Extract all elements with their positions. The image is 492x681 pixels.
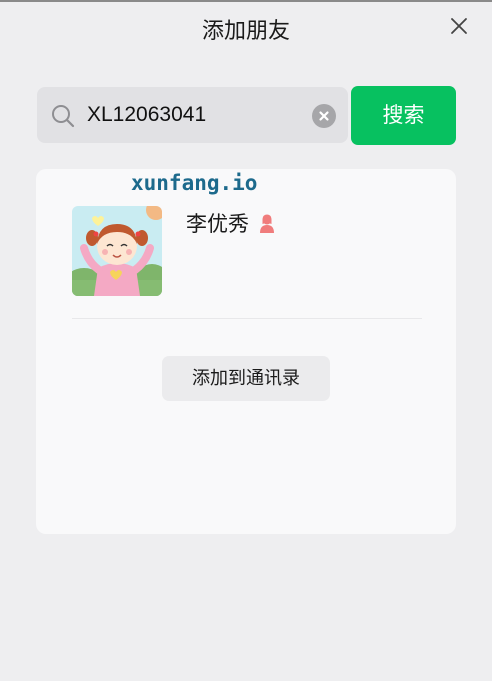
divider: [72, 318, 422, 319]
search-box[interactable]: [37, 87, 348, 143]
watermark: xunfang.io: [131, 171, 258, 195]
dialog-title: 添加朋友: [201, 19, 290, 44]
search-button[interactable]: 搜索: [351, 86, 456, 145]
avatar[interactable]: [72, 206, 162, 296]
clear-icon[interactable]: [312, 104, 336, 128]
result-card: xunfang.io 李优秀 添加到通讯录: [36, 169, 456, 534]
add-to-contacts-button[interactable]: 添加到通讯录: [162, 356, 330, 401]
contact-name-row: 李优秀: [186, 209, 277, 239]
female-person-icon: [257, 214, 277, 234]
window-top-border: [0, 0, 492, 2]
contact-name: 李优秀: [186, 212, 249, 236]
close-icon[interactable]: [446, 14, 472, 40]
search-icon: [51, 104, 75, 128]
search-input[interactable]: [87, 101, 307, 129]
